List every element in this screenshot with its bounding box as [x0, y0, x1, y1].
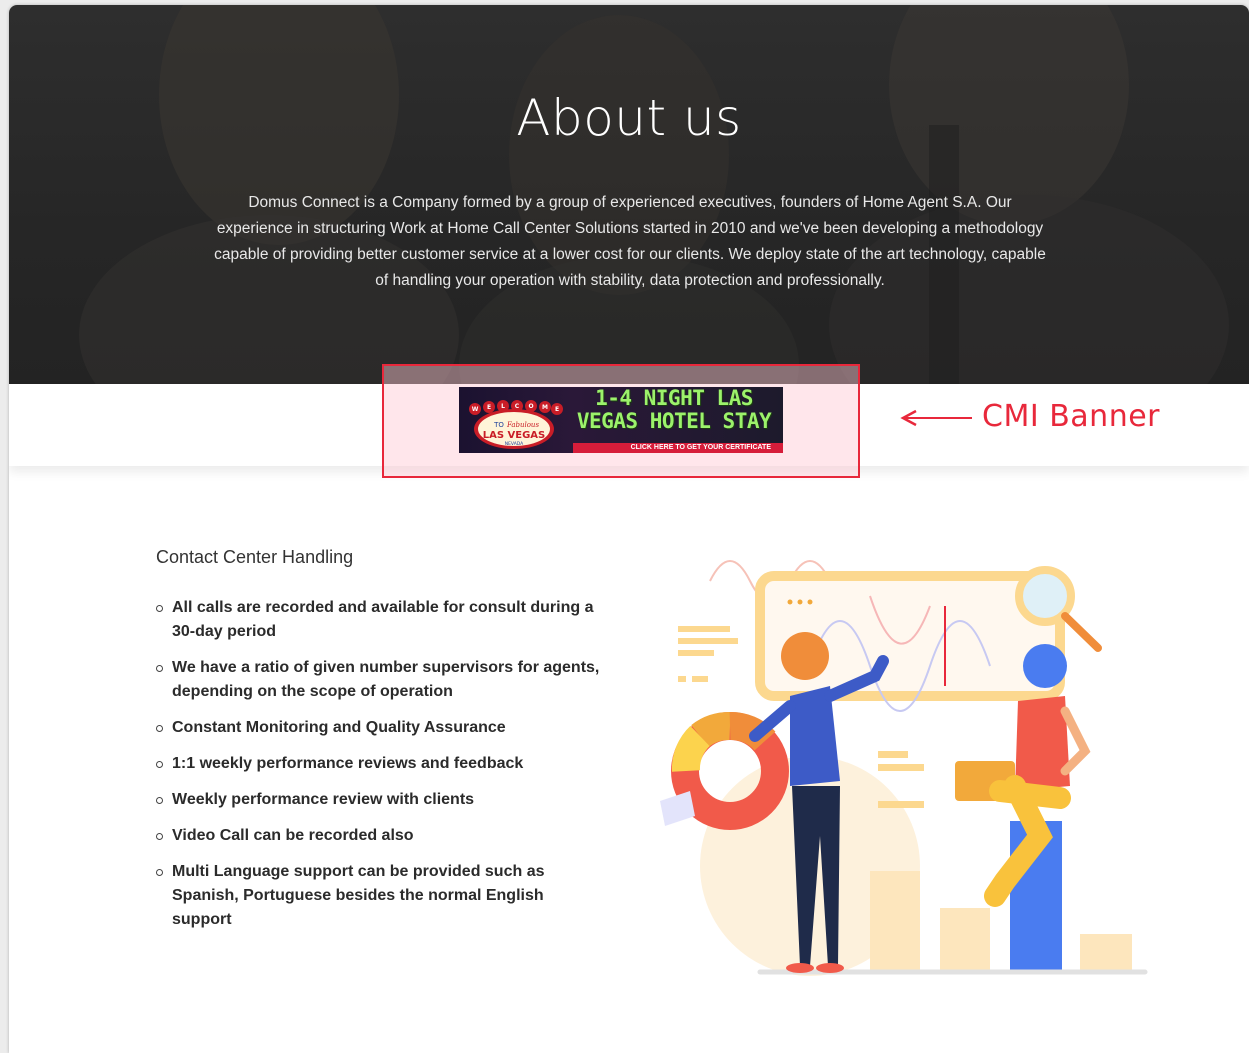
bullet-icon [156, 761, 163, 768]
sign-letter: E [487, 404, 491, 411]
sign-letter: C [515, 403, 520, 410]
bullet-icon [156, 869, 163, 876]
analytics-illustration [660, 560, 1148, 976]
bullet-icon [156, 605, 163, 612]
list-item: Constant Monitoring and Quality Assuranc… [156, 716, 606, 740]
cmi-ad-banner[interactable]: W E L C O M E TO Fabulous LAS VEGAS NEVA… [459, 387, 783, 453]
list-item: Video Call can be recorded also [156, 824, 606, 848]
feature-list: All calls are recorded and available for… [156, 596, 606, 944]
page-title: About us [516, 89, 742, 147]
sign-city: LAS VEGAS [483, 430, 546, 441]
sign-letter: L [501, 403, 505, 410]
sign-fabulous: Fabulous [506, 421, 540, 429]
section-title: Contact Center Handling [156, 547, 354, 567]
list-item: 1:1 weekly performance reviews and feedb… [156, 752, 606, 776]
left-arrow-icon [900, 409, 972, 427]
about-description: Domus Connect is a Company formed by a g… [214, 194, 1046, 289]
bullet-icon [156, 725, 163, 732]
list-item: We have a ratio of given number supervis… [156, 656, 606, 704]
sign-letter: W [472, 406, 479, 413]
sign-letter: M [542, 404, 548, 411]
sign-state: NEVADA [505, 441, 524, 447]
bullet-icon [156, 665, 163, 672]
las-vegas-sign-icon: W E L C O M E TO Fabulous LAS VEGAS NEVA… [469, 400, 563, 449]
bullet-icon [156, 797, 163, 804]
list-item: All calls are recorded and available for… [156, 596, 606, 644]
sign-to: TO [493, 421, 504, 429]
cmi-banner-annotation: CMI Banner [982, 399, 1160, 434]
sign-letter: E [555, 406, 559, 413]
ad-headline-line1: 1-4 NIGHT LAS [595, 387, 753, 410]
ad-headline-line2: VEGAS HOTEL STAY [576, 409, 772, 433]
bullet-icon [156, 833, 163, 840]
hero-section: About us Domus Connect is a Company form… [9, 5, 1249, 384]
ad-cta-link[interactable]: CLICK HERE TO GET YOUR CERTIFICATE [573, 443, 783, 453]
sign-letter: O [528, 403, 533, 410]
ad-headline: 1-4 NIGHT LAS VEGAS HOTEL STAY [565, 387, 783, 433]
list-item: Weekly performance review with clients [156, 788, 606, 812]
list-item: Multi Language support can be provided s… [156, 860, 606, 932]
